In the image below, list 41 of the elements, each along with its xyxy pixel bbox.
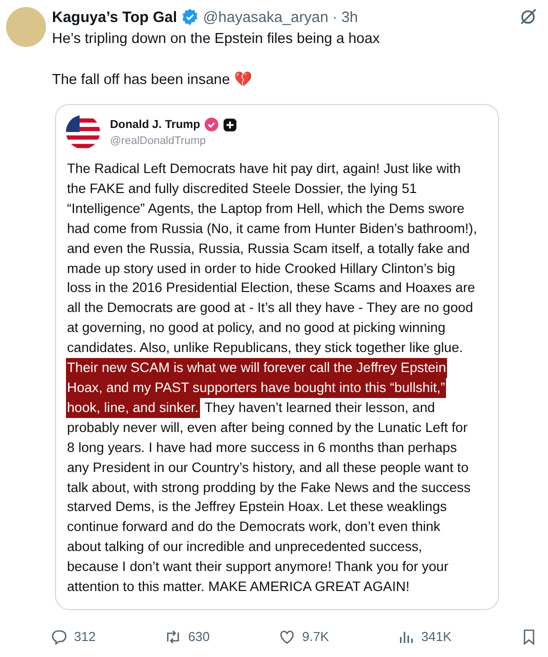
plus-icon bbox=[223, 118, 238, 132]
quoted-author-handle: @realDonaldTrump bbox=[110, 135, 207, 147]
author-handle[interactable]: @hayasaka_aryan bbox=[203, 8, 328, 26]
post-text: loss in the 2016 Presidential Election, these Scams and Hoaxes are bbox=[66, 279, 476, 298]
post-text: starved Dems, is the Jeffrey Epstein Hoax. Let these weaklings bbox=[66, 498, 448, 516]
quoted-post-card[interactable] bbox=[55, 104, 499, 610]
post-text: candidates. Also, unlike Republicans, they stick together like glue. bbox=[66, 339, 464, 358]
post-text: had come from Russia (No, it came from Hunter Biden’s bathroom!), bbox=[66, 220, 478, 238]
highlighted-text: Their new SCAM is what we will forever call the Jeffrey Epstein bbox=[66, 358, 448, 378]
post-text: the FAKE and fully discredited Steele Dossier, the lying 51 bbox=[66, 180, 418, 198]
post-text: continue forward and do the Democrats work, don’t even think bbox=[66, 518, 442, 536]
post-text: “Intelligence” Agents, the Laptop from Hell, which the Dems swore bbox=[66, 200, 466, 218]
post-text: The Radical Left Democrats have hit pay dirt, again! Just like with bbox=[66, 160, 462, 178]
post-text: about talking of our incredible and unprecedented success, bbox=[66, 538, 424, 556]
post-text: 8 long years. I have had more success in 6 months than perhaps bbox=[66, 438, 458, 457]
post-text: talk about, with strong prodding by the Fake News and the success bbox=[66, 478, 472, 497]
views-button[interactable]: 341K bbox=[397, 628, 452, 646]
slashed-circle-icon[interactable] bbox=[518, 7, 538, 27]
post-text: and even the Russia, Russia, Russia Scam itself, a totally fake and bbox=[66, 240, 471, 258]
repost-button[interactable]: 630 bbox=[164, 628, 210, 646]
post-text: They haven’t learned their lesson, and bbox=[204, 398, 436, 417]
highlighted-text: Hoax, and my PAST supporters have bought into this “bullshit,” bbox=[66, 378, 446, 398]
post-text: all the Democrats are good at - It’s all they have - They are no good bbox=[66, 299, 474, 318]
tweet-text: The fall off has been insane 💔 bbox=[52, 70, 253, 90]
flag-avatar-icon bbox=[66, 115, 100, 149]
author-name[interactable]: Kaguya’s Top Gal bbox=[52, 8, 178, 26]
highlighted-text: hook, line, and sinker. bbox=[66, 398, 200, 418]
post-text: made up story used in order to hide Crooked Hillary Clinton’s big bbox=[66, 260, 456, 278]
reply-button[interactable]: 312 bbox=[50, 628, 96, 646]
like-button[interactable]: 9.7K bbox=[278, 628, 329, 646]
post-text: because I don’t want their support anymore! Thank you for your bbox=[66, 558, 450, 576]
tweet-text: He’s tripling down on the Epstein files being a hoax bbox=[52, 30, 381, 49]
post-text: attention to this matter. MAKE AMERICA GREAT AGAIN! bbox=[66, 578, 410, 596]
post-text: at governing, no good at policy, and no good at picking winning bbox=[66, 319, 446, 338]
quoted-author-name: Donald J. Trump bbox=[110, 118, 200, 130]
separator-dot: · bbox=[332, 8, 338, 26]
post-text: any President in our Country’s history, and all these people want to bbox=[66, 458, 470, 477]
speech-bubble-icon bbox=[50, 628, 68, 646]
post-time[interactable]: 3h bbox=[341, 8, 358, 26]
post-text: probably never will, even after being conned by the Lunatic Left for bbox=[66, 418, 469, 437]
heart-icon bbox=[278, 628, 296, 646]
